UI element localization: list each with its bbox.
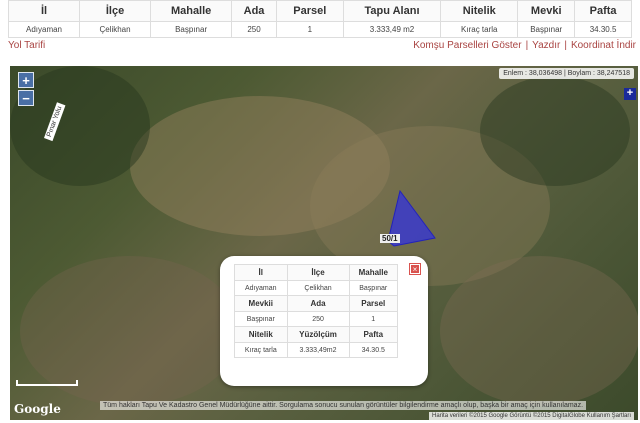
table-row: Adıyaman Çelikhan Başpınar 250 1 3.333,4…: [7, 21, 632, 38]
action-links: Komşu Parselleri Göster | Yazdır | Koord…: [413, 40, 636, 51]
popup-header-yuzolcum: Yüzölçüm: [286, 326, 350, 343]
popup-header-pafta: Pafta: [348, 326, 399, 343]
cell-ilce: Çelikhan: [79, 21, 152, 38]
popup-header-mahalle: Mahalle: [348, 264, 399, 281]
cell-il: Adıyaman: [7, 21, 81, 38]
link-separator: |: [564, 40, 567, 51]
map-scale-bar: [16, 380, 78, 386]
popup-header-il: İl: [234, 264, 288, 281]
popup-row: Adıyaman Çelikhan Başpınar: [234, 280, 399, 296]
parcel-label: 50/1: [380, 234, 400, 243]
popup-row: Başpınar 250 1: [234, 311, 399, 327]
popup-cell-nitelik: Kıraç tarla: [234, 342, 288, 358]
popup-cell-mevkii: Başpınar: [234, 311, 288, 327]
col-header-parsel: Parsel: [275, 0, 344, 22]
parcel-popup: × İl İlçe Mahalle Adıyaman Çelikhan Başp…: [220, 256, 428, 386]
col-header-mevki: Mevki: [517, 0, 576, 22]
popup-header-nitelik: Nitelik: [234, 326, 288, 343]
popup-cell-mahalle: Başpınar: [348, 280, 399, 296]
col-header-il: İl: [7, 0, 81, 22]
popup-header-ilce: İlçe: [286, 264, 350, 281]
copyright-disclaimer: Tüm hakları Tapu Ve Kadastro Genel Müdür…: [100, 401, 587, 410]
popup-info-table: İl İlçe Mahalle Adıyaman Çelikhan Başpın…: [234, 264, 399, 358]
col-header-ilce: İlçe: [79, 0, 152, 22]
cell-mahalle: Başpınar: [150, 21, 233, 38]
close-icon[interactable]: ×: [409, 263, 421, 275]
cell-ada: 250: [231, 21, 277, 38]
col-header-tapu-alani: Tapu Alanı: [342, 0, 442, 22]
print-link[interactable]: Yazdır: [532, 40, 560, 51]
col-header-mahalle: Mahalle: [150, 0, 233, 22]
popup-cell-parsel: 1: [348, 311, 399, 327]
popup-cell-il: Adıyaman: [234, 280, 288, 296]
col-header-pafta: Pafta: [574, 0, 632, 22]
popup-cell-ada: 250: [286, 311, 350, 327]
layers-toggle-button[interactable]: +: [624, 88, 636, 100]
zoom-out-button[interactable]: −: [18, 90, 34, 106]
popup-header-row: İl İlçe Mahalle: [234, 264, 399, 281]
google-logo: Google: [14, 402, 61, 416]
col-header-nitelik: Nitelik: [440, 0, 519, 22]
zoom-in-button[interactable]: +: [18, 72, 34, 88]
action-links-row: Yol Tarifi Komşu Parselleri Göster | Yaz…: [8, 40, 636, 56]
table-header-row: İl İlçe Mahalle Ada Parsel Tapu Alanı Ni…: [7, 0, 632, 22]
popup-row: Kıraç tarla 3.333,49m2 34.30.5: [234, 342, 399, 358]
satellite-map[interactable]: + − Enlem : 38,036498 | Boylam : 38,2475…: [10, 66, 638, 420]
cell-mevki: Başpınar: [517, 21, 576, 38]
cell-nitelik: Kıraç tarla: [440, 21, 519, 38]
cell-parsel: 1: [275, 21, 344, 38]
cell-tapu-alani: 3.333,49 m2: [342, 21, 442, 38]
popup-header-ada: Ada: [286, 295, 350, 312]
popup-cell-pafta: 34.30.5: [348, 342, 399, 358]
col-header-ada: Ada: [231, 0, 277, 22]
popup-header-row: Nitelik Yüzölçüm Pafta: [234, 326, 399, 343]
parcel-info-table: İl İlçe Mahalle Ada Parsel Tapu Alanı Ni…: [7, 0, 632, 38]
link-separator: |: [525, 40, 529, 51]
map-attribution[interactable]: Harita verileri ©2015 Google Görüntü ©20…: [429, 412, 634, 420]
cell-pafta: 34.30.5: [574, 21, 632, 38]
popup-cell-yuzolcum: 3.333,49m2: [286, 342, 350, 358]
directions-link[interactable]: Yol Tarifi: [8, 40, 45, 51]
coordinates-readout: Enlem : 38,036498 | Boylam : 38,247518: [499, 68, 634, 79]
popup-header-parsel: Parsel: [348, 295, 399, 312]
popup-cell-ilce: Çelikhan: [286, 280, 350, 296]
download-coordinates-link[interactable]: Koordinat İndir: [571, 40, 636, 51]
popup-header-mevkii: Mevkii: [234, 295, 288, 312]
popup-header-row: Mevkii Ada Parsel: [234, 295, 399, 312]
show-neighbor-parcels-link[interactable]: Komşu Parselleri Göster: [413, 40, 521, 51]
